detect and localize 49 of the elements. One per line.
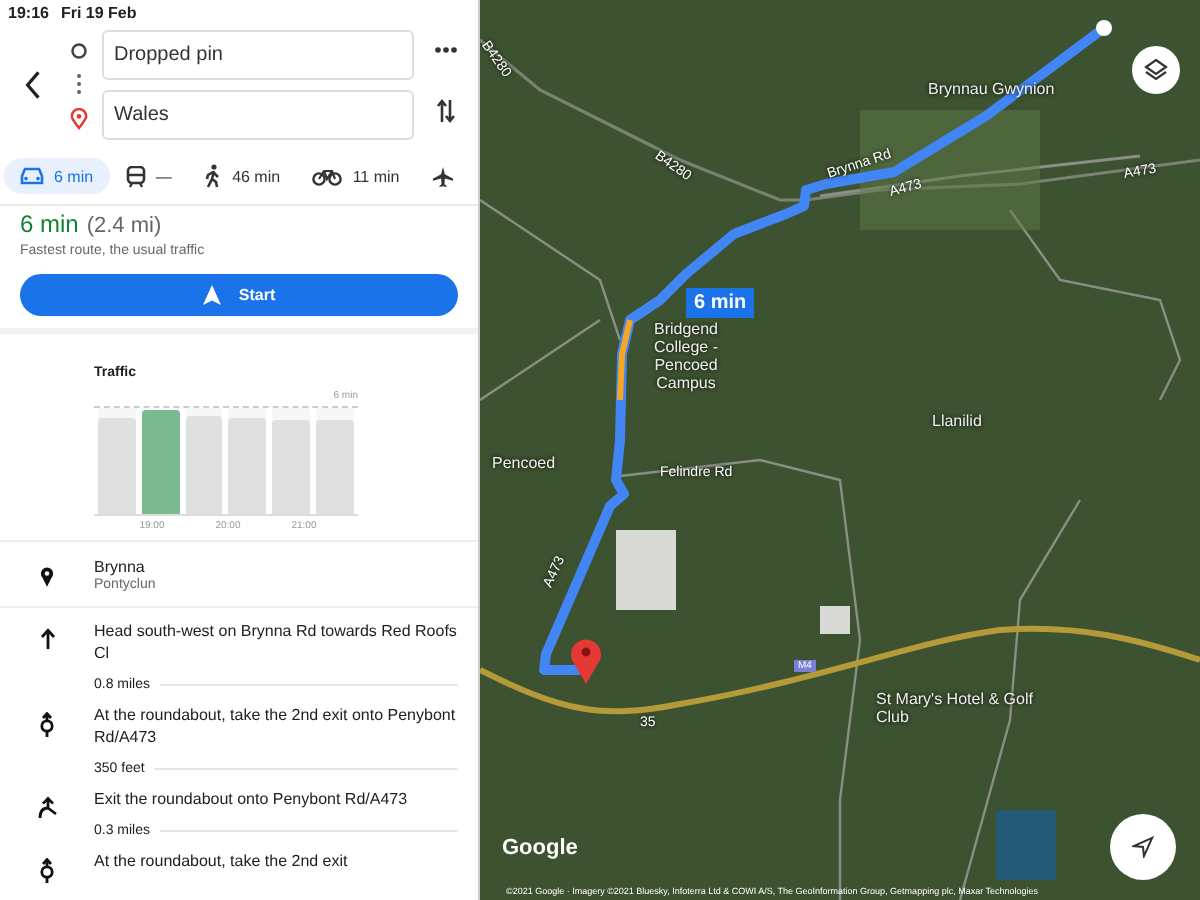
- car-icon: [20, 166, 44, 186]
- map-label: Pencoed: [492, 454, 556, 472]
- start-point: [1096, 20, 1112, 36]
- route-duration: 6 min: [20, 210, 79, 238]
- car-mode-tab[interactable]: 6 min: [4, 158, 110, 194]
- bike-mode-tab[interactable]: 11 min: [296, 158, 416, 194]
- place-name: Brynna: [94, 558, 147, 576]
- walk-mode-tab[interactable]: 46 min: [188, 156, 297, 196]
- exit-arrow-icon: [37, 796, 57, 820]
- quarry-lake: [996, 810, 1056, 880]
- swap-icon[interactable]: [436, 98, 456, 124]
- map-label: St Mary's Hotel & Golf Club: [876, 690, 1035, 726]
- plane-icon: [432, 165, 454, 187]
- direction-step-text: At the roundabout, take the 2nd exit onto Penybont Rd/A473: [94, 704, 458, 748]
- map-label: Bridgend College - Pencoed Campus: [651, 320, 721, 392]
- warehouse-roof: [820, 606, 850, 634]
- direction-step-text: Exit the roundabout onto Penybont Rd/A473: [94, 788, 410, 810]
- back-icon[interactable]: [24, 70, 42, 100]
- pin-icon: [69, 107, 87, 129]
- origin-field[interactable]: Dropped pin: [102, 30, 414, 80]
- layers-icon: [1144, 58, 1168, 82]
- dots-icon: [75, 71, 81, 95]
- straight-arrow-icon: [39, 628, 55, 650]
- my-location-button[interactable]: [1110, 814, 1176, 880]
- destination-field[interactable]: Wales: [102, 90, 414, 140]
- roundabout-icon: [38, 712, 56, 738]
- status-time: 19:16: [8, 4, 49, 24]
- more-icon[interactable]: [434, 46, 458, 54]
- route-time-callout: 6 min: [686, 288, 755, 318]
- roundabout-icon: [38, 858, 56, 884]
- walking-person-icon: [204, 164, 223, 188]
- route-distance: (2.4 mi): [86, 214, 162, 238]
- destination-pin: [571, 639, 601, 684]
- start-button[interactable]: Start: [20, 274, 458, 316]
- warehouse-roof: [616, 530, 676, 610]
- origin-circle-icon: [69, 41, 87, 59]
- traffic-segment: [617, 319, 633, 401]
- direction-step-text: At the roundabout, take the 2nd exit: [94, 850, 350, 872]
- navigation-arrow-icon: [202, 284, 223, 306]
- transit-mode-tab[interactable]: —: [109, 157, 188, 195]
- navigation-arrow-icon: [1132, 836, 1154, 858]
- map-logo: Google: [502, 836, 578, 860]
- train-icon: [125, 165, 146, 187]
- map-label: Llanilid: [932, 412, 982, 430]
- status-date: Fri 19 Feb: [60, 4, 137, 24]
- pin-icon: [40, 566, 54, 588]
- layers-button[interactable]: [1132, 46, 1180, 94]
- bicycle-icon: [312, 166, 343, 186]
- direction-step-text: Head south-west on Brynna Rd towards Red Roofs Cl: [94, 620, 458, 664]
